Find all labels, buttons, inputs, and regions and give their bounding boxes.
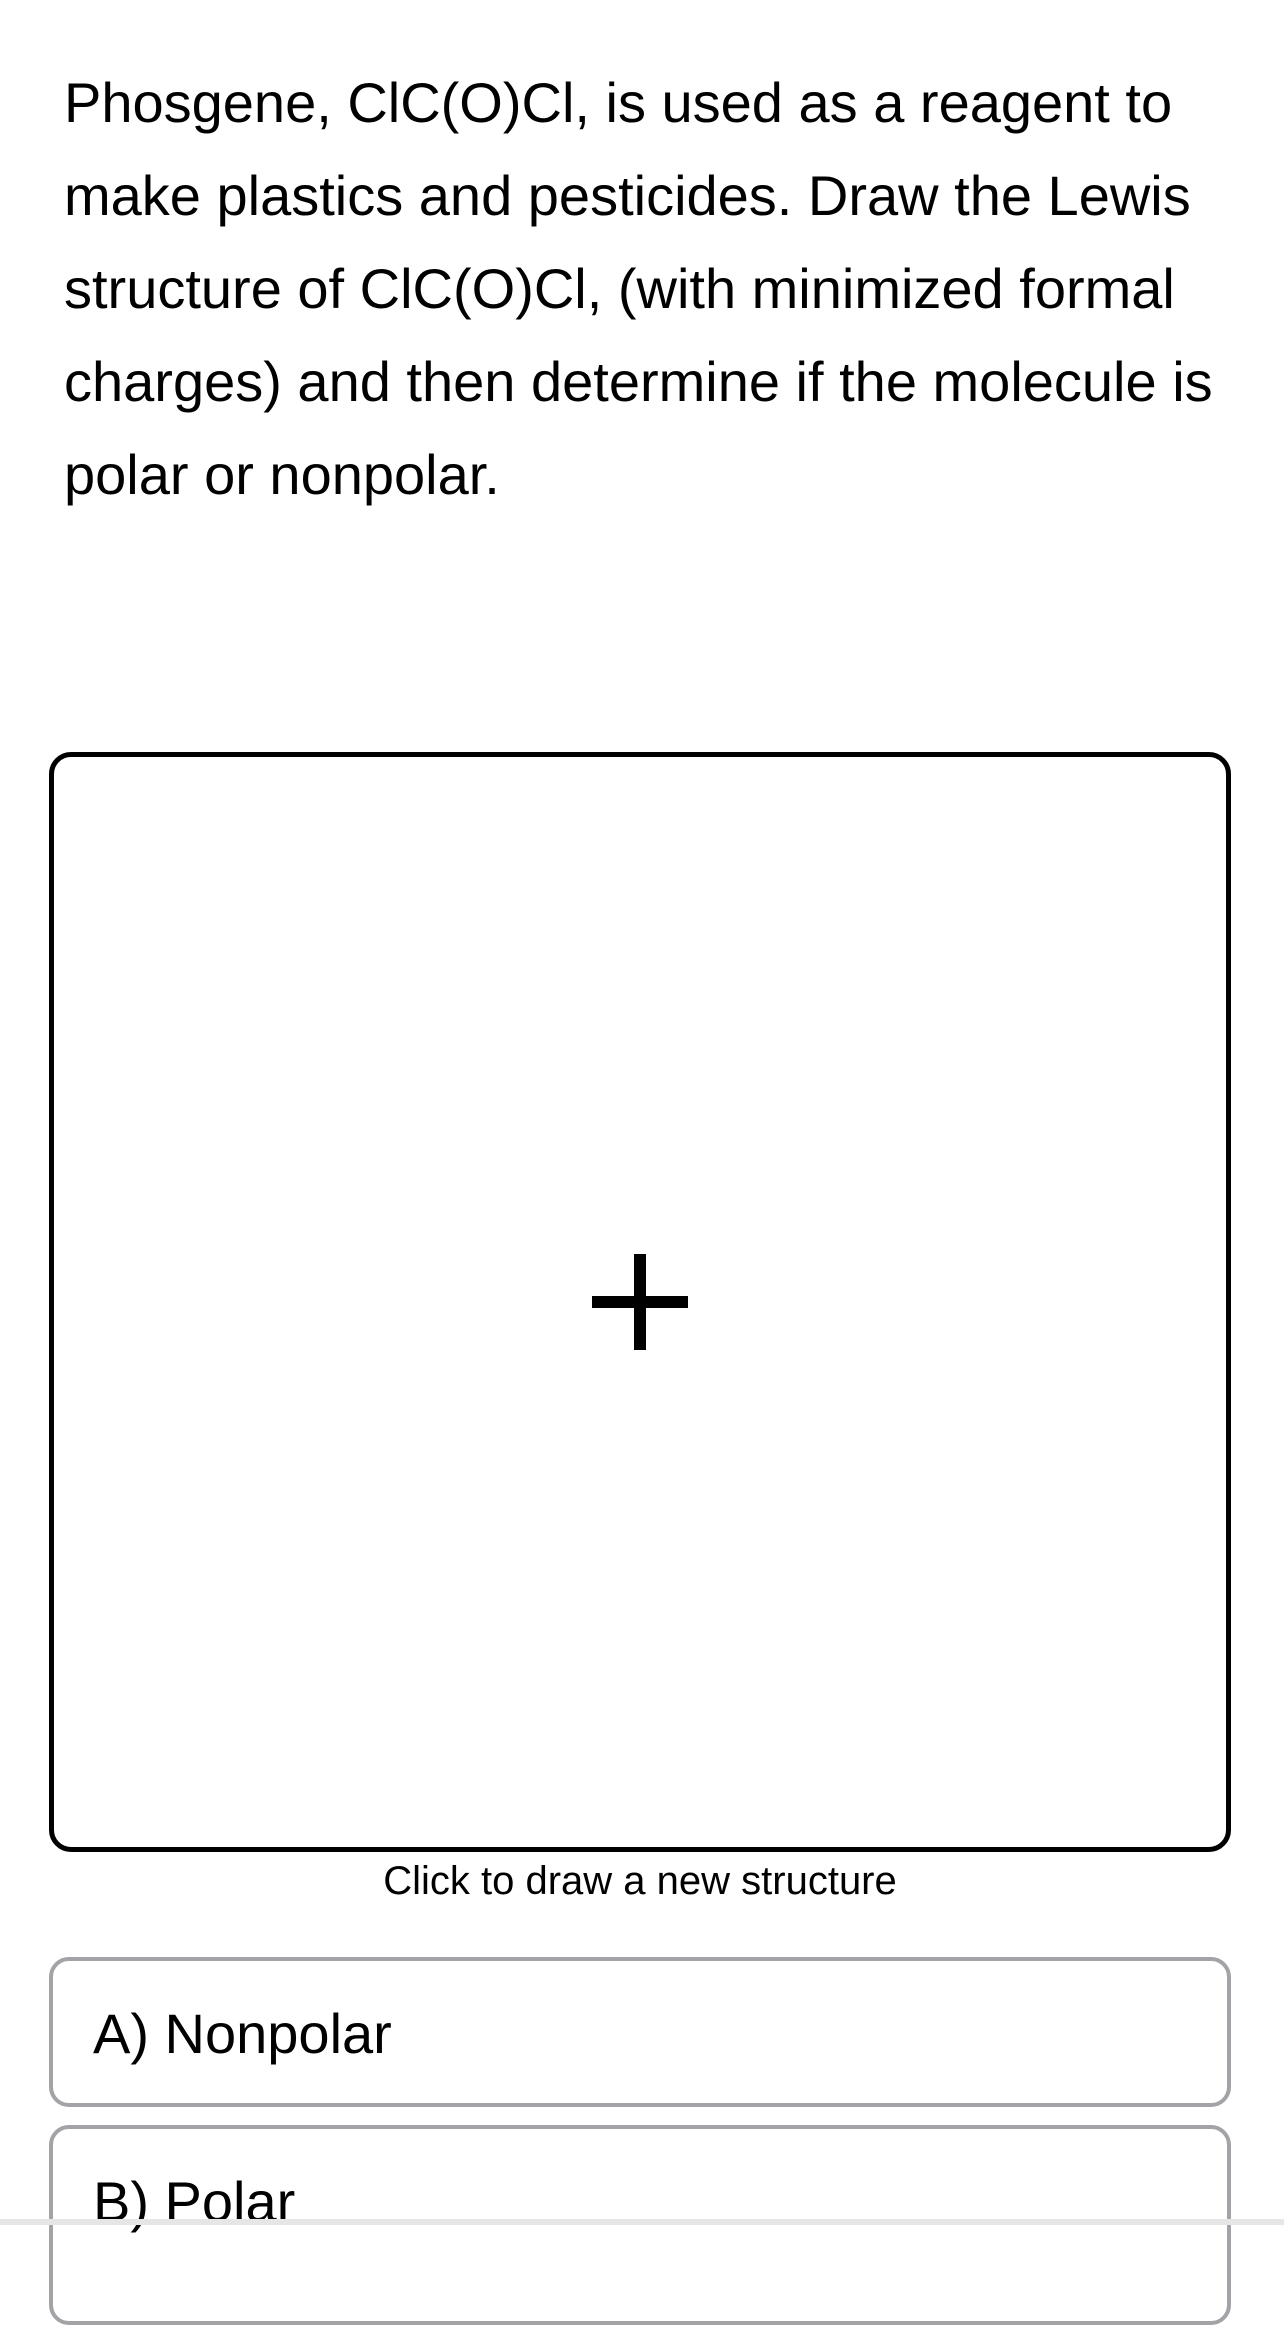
question-text: Phosgene, ClC(O)Cl, is used as a reagent… bbox=[64, 71, 1213, 506]
bottom-divider bbox=[0, 2219, 1284, 2225]
plus-icon[interactable] bbox=[592, 1254, 688, 1350]
choice-polar[interactable]: B) Polar bbox=[49, 2125, 1231, 2325]
structure-drawing-area[interactable] bbox=[49, 752, 1231, 1852]
choice-label: A) Nonpolar bbox=[93, 2002, 392, 2065]
choice-nonpolar[interactable]: A) Nonpolar bbox=[49, 1957, 1231, 2107]
draw-structure-caption[interactable]: Click to draw a new structure bbox=[49, 1856, 1231, 1906]
